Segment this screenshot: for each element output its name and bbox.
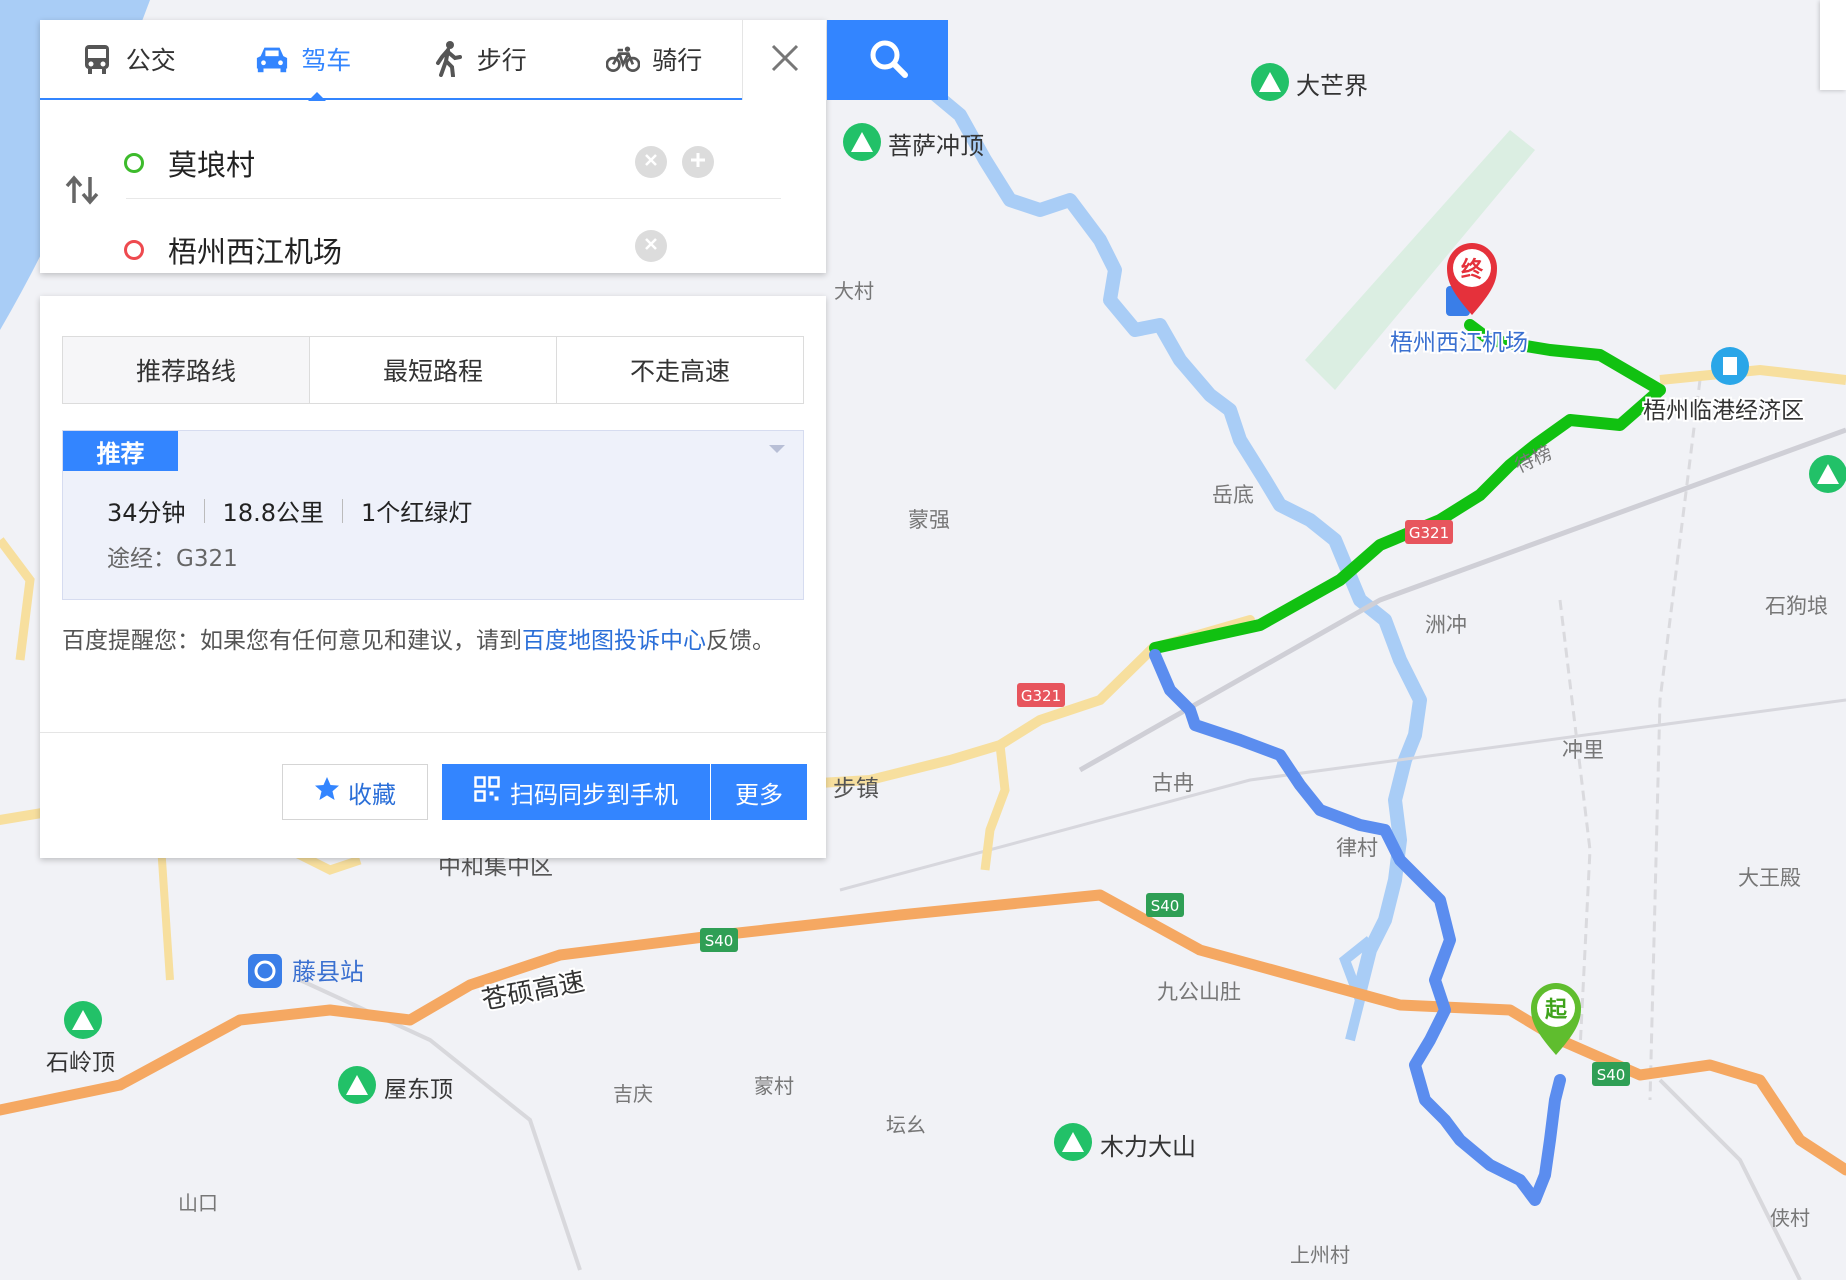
svg-text:菩萨冲顶: 菩萨冲顶 — [888, 132, 984, 160]
svg-text:蒙强: 蒙强 — [908, 508, 950, 532]
svg-text:步镇: 步镇 — [833, 776, 879, 802]
svg-text:S40: S40 — [1597, 1066, 1626, 1084]
svg-text:G321: G321 — [1409, 524, 1449, 542]
svg-text:S40: S40 — [1151, 897, 1180, 915]
divider — [341, 498, 343, 523]
close-icon — [769, 42, 801, 78]
svg-text:G321: G321 — [1021, 687, 1061, 705]
tab-walk[interactable]: 步行 — [391, 20, 567, 98]
swap-button[interactable] — [60, 170, 104, 214]
route-stats: 34分钟 18.8公里 1个红绿灯 — [107, 493, 472, 528]
svg-text:吉庆: 吉庆 — [613, 1082, 653, 1106]
search-button[interactable] — [827, 20, 948, 100]
recommend-badge: 推荐 — [63, 431, 178, 471]
svg-text:九公山肚: 九公山肚 — [1157, 980, 1241, 1004]
svg-text:藤县站: 藤县站 — [292, 958, 364, 986]
svg-text:起: 起 — [1544, 998, 1568, 1023]
bike-icon — [606, 42, 641, 76]
svg-text:坛幺: 坛幺 — [886, 1113, 926, 1137]
origin-dot-icon — [124, 153, 144, 173]
svg-text:石岭顶: 石岭顶 — [46, 1050, 115, 1076]
qrcode-icon — [474, 776, 500, 808]
shield-g321-a: G321 — [1405, 520, 1453, 544]
svg-text:大村: 大村 — [834, 279, 874, 303]
svg-text:S40: S40 — [705, 932, 734, 950]
tab-bike-label: 骑行 — [652, 46, 703, 75]
svg-text:蒙村: 蒙村 — [754, 1074, 794, 1098]
search-icon — [867, 37, 909, 83]
svg-text:屋东顶: 屋东顶 — [384, 1077, 453, 1103]
add-waypoint-button[interactable] — [682, 146, 714, 178]
svg-text:律村: 律村 — [1336, 836, 1378, 860]
shield-s40-c: S40 — [1592, 1062, 1630, 1086]
route-distance: 18.8公里 — [222, 499, 324, 527]
destination-dot-icon — [124, 240, 144, 260]
tab-recommended[interactable]: 推荐路线 — [63, 337, 309, 403]
chevron-down-icon[interactable] — [769, 445, 785, 453]
route-input-panel: 公交 驾车 步行 骑行 莫埌村 梧州西江机场 — [40, 20, 826, 273]
svg-text:终: 终 — [1461, 257, 1484, 283]
bus-icon — [80, 42, 114, 76]
route-duration: 34分钟 — [107, 499, 186, 527]
tip-prefix: 百度提醒您：如果您有任何意见和建议，请到 — [62, 628, 522, 654]
walk-icon — [431, 41, 465, 77]
divider — [40, 732, 826, 733]
destination-input[interactable]: 梧州西江机场 — [168, 229, 342, 271]
divider — [203, 498, 205, 523]
active-tab-indicator — [308, 92, 326, 101]
svg-text:梧州临港经济区: 梧州临港经济区 — [1643, 398, 1804, 424]
complaint-center-link[interactable]: 百度地图投诉中心 — [522, 628, 706, 654]
sync-label: 扫码同步到手机 — [510, 780, 678, 809]
favorite-button[interactable]: 收藏 — [282, 764, 428, 820]
travel-mode-tabs: 公交 驾车 步行 骑行 — [40, 20, 742, 100]
station-icon[interactable]: 藤县站 — [248, 954, 364, 988]
more-button[interactable]: 更多 — [711, 764, 807, 820]
svg-text:上州村: 上州村 — [1290, 1243, 1350, 1267]
svg-text:侠村: 侠村 — [1770, 1206, 1810, 1230]
svg-text:梧州西江机场: 梧州西江机场 — [1390, 330, 1528, 356]
svg-text:石狗埌: 石狗埌 — [1765, 594, 1828, 618]
tab-drive[interactable]: 驾车 — [216, 20, 392, 98]
shield-s40-b: S40 — [1146, 893, 1184, 917]
tip-suffix: 反馈。 — [706, 628, 775, 654]
swap-icon — [64, 175, 100, 209]
tab-shortest[interactable]: 最短路程 — [309, 337, 556, 403]
clear-destination-button[interactable] — [635, 230, 667, 262]
origin-input[interactable]: 莫埌村 — [168, 142, 255, 184]
tab-bike[interactable]: 骑行 — [567, 20, 743, 98]
shield-s40-a: S40 — [700, 928, 738, 952]
car-icon — [255, 42, 289, 76]
close-icon — [643, 152, 659, 172]
clear-origin-button[interactable] — [635, 146, 667, 178]
sync-to-phone-button[interactable]: 扫码同步到手机 — [442, 764, 710, 820]
svg-text:古冉: 古冉 — [1152, 771, 1194, 795]
route-card[interactable]: 推荐 34分钟 18.8公里 1个红绿灯 途经：G321 — [62, 430, 804, 600]
tab-bus[interactable]: 公交 — [40, 20, 216, 98]
close-icon — [643, 236, 659, 256]
close-button[interactable] — [742, 20, 827, 100]
svg-text:山口: 山口 — [178, 1191, 218, 1215]
tab-walk-label: 步行 — [476, 46, 527, 75]
route-lights: 1个红绿灯 — [360, 499, 473, 527]
route-result-panel: 推荐路线 最短路程 不走高速 推荐 34分钟 18.8公里 1个红绿灯 途经：G… — [40, 296, 826, 858]
tab-drive-label: 驾车 — [301, 46, 352, 75]
svg-text:大芒界: 大芒界 — [1296, 72, 1368, 100]
star-icon — [314, 776, 340, 808]
mountain-icon[interactable] — [1809, 455, 1846, 493]
svg-text:洲冲: 洲冲 — [1425, 613, 1467, 637]
favorite-label: 收藏 — [348, 780, 396, 809]
svg-text:岳底: 岳底 — [1212, 483, 1254, 507]
svg-text:冲里: 冲里 — [1562, 738, 1604, 762]
svg-text:大王殿: 大王殿 — [1738, 866, 1801, 890]
svg-text:木力大山: 木力大山 — [1100, 1133, 1196, 1161]
route-preference-tabs: 推荐路线 最短路程 不走高速 — [62, 336, 804, 404]
tab-no-highway[interactable]: 不走高速 — [556, 337, 803, 403]
tab-bus-label: 公交 — [125, 46, 176, 75]
plus-icon — [689, 151, 707, 173]
map-control-edge[interactable] — [1820, 0, 1846, 90]
feedback-tip: 百度提醒您：如果您有任何意见和建议，请到百度地图投诉中心反馈。 — [62, 620, 807, 662]
destination-field[interactable]: 梧州西江机场 — [124, 215, 781, 285]
route-via: 途经：G321 — [107, 546, 238, 572]
shield-g321-b: G321 — [1017, 683, 1065, 707]
